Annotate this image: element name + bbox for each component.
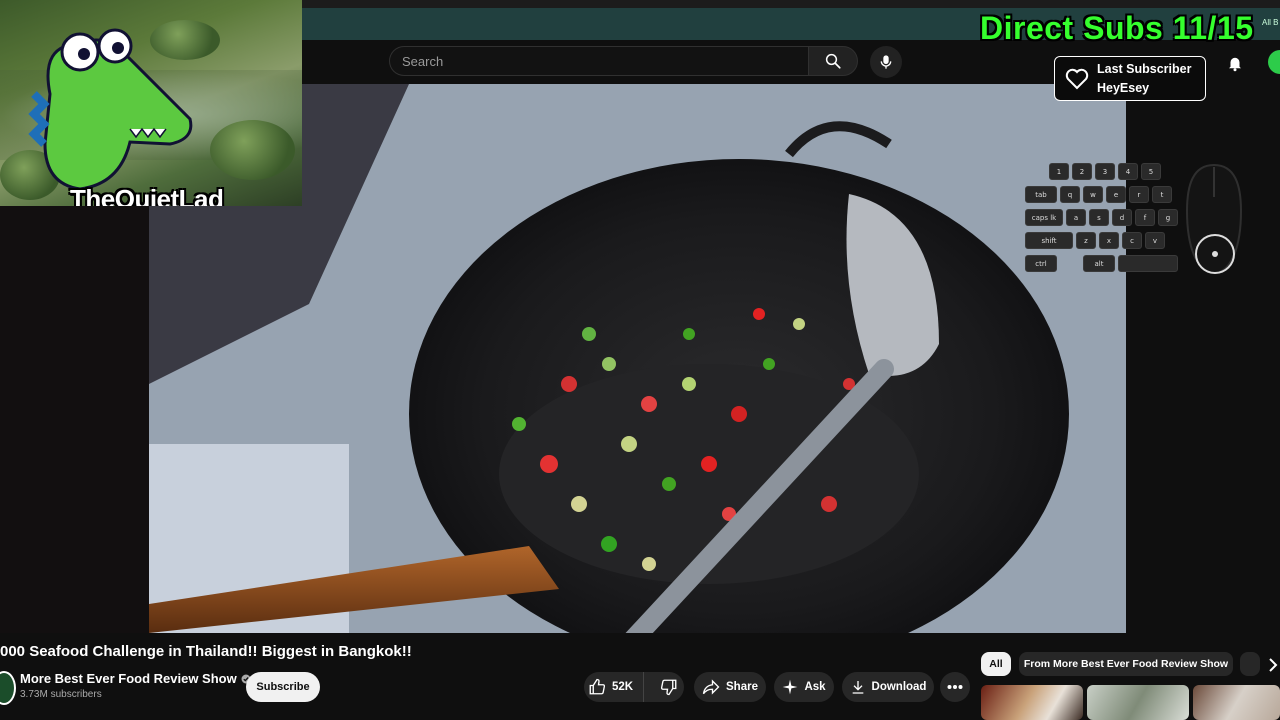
space-key bbox=[1118, 255, 1178, 272]
key: tab bbox=[1025, 186, 1057, 203]
ask-button[interactable]: Ask bbox=[774, 672, 834, 702]
key: 1 bbox=[1049, 163, 1069, 180]
key: f bbox=[1135, 209, 1155, 226]
key: 2 bbox=[1072, 163, 1092, 180]
last-subscriber-label: Last Subscriber bbox=[1097, 61, 1192, 76]
key: e bbox=[1106, 186, 1126, 203]
key: r bbox=[1129, 186, 1149, 203]
webcam-overlay: TheQuietLad bbox=[0, 0, 302, 206]
chip-all[interactable]: All bbox=[981, 652, 1011, 676]
share-label: Share bbox=[726, 681, 758, 693]
download-label: Download bbox=[871, 681, 927, 693]
more-actions-button[interactable] bbox=[940, 672, 970, 702]
subscribe-button[interactable]: Subscribe bbox=[246, 672, 320, 702]
key: 5 bbox=[1141, 163, 1161, 180]
key: t bbox=[1152, 186, 1172, 203]
like-count: 52K bbox=[611, 681, 634, 693]
key: z bbox=[1076, 232, 1096, 249]
key: g bbox=[1158, 209, 1178, 226]
subs-counter: Direct Subs 11/15 bbox=[980, 10, 1254, 46]
key: w bbox=[1083, 186, 1103, 203]
search-input[interactable] bbox=[389, 46, 808, 76]
chip-partial[interactable] bbox=[1240, 652, 1260, 676]
mouse-overlay-icon bbox=[1185, 163, 1243, 275]
key: ctrl bbox=[1025, 255, 1057, 272]
like-button[interactable]: 52K bbox=[580, 672, 645, 702]
streamer-name: TheQuietLad bbox=[70, 184, 224, 206]
key: q bbox=[1060, 186, 1080, 203]
subscriber-count: 3.73M subscribers bbox=[20, 689, 102, 700]
channel-name-text: More Best Ever Food Review Show bbox=[20, 671, 237, 686]
dislike-button[interactable] bbox=[650, 672, 688, 702]
key: x bbox=[1099, 232, 1119, 249]
download-icon bbox=[852, 681, 863, 694]
banner-corner-text: All B bbox=[1262, 18, 1279, 27]
recommended-thumbnail[interactable] bbox=[1087, 685, 1189, 720]
download-button[interactable]: Download bbox=[842, 672, 934, 702]
video-title: 000 Seafood Challenge in Thailand!! Bigg… bbox=[0, 643, 412, 660]
heart-icon bbox=[1065, 68, 1089, 89]
thumbs-down-icon bbox=[661, 679, 677, 696]
keyboard-overlay: 1 2 3 4 5 tab q w e r t caps lk a s d f … bbox=[1025, 163, 1181, 279]
chip-from-channel[interactable]: From More Best Ever Food Review Show bbox=[1019, 652, 1233, 676]
thumbs-up-icon bbox=[589, 678, 605, 695]
recommended-thumbnail[interactable] bbox=[1193, 685, 1280, 720]
player-side-left bbox=[0, 206, 149, 633]
key: 3 bbox=[1095, 163, 1115, 180]
microphone-icon bbox=[880, 55, 892, 69]
channel-avatar[interactable] bbox=[0, 671, 16, 705]
sparkle-icon bbox=[783, 679, 798, 695]
crocodile-mascot-icon bbox=[28, 28, 193, 191]
search-icon bbox=[825, 53, 841, 69]
like-dislike-group: 52K bbox=[584, 672, 684, 702]
key: 4 bbox=[1118, 163, 1138, 180]
share-icon bbox=[702, 679, 720, 695]
key: v bbox=[1145, 232, 1165, 249]
key: d bbox=[1112, 209, 1132, 226]
last-subscriber-box: Last Subscriber HeyEsey bbox=[1054, 56, 1206, 101]
chevron-right-icon bbox=[1269, 658, 1278, 672]
notifications-button[interactable] bbox=[1224, 52, 1246, 74]
webcam-rock bbox=[210, 120, 295, 180]
search-bar bbox=[389, 46, 858, 76]
chips-next-button[interactable] bbox=[1266, 656, 1280, 674]
recommended-thumbnail[interactable] bbox=[981, 685, 1083, 720]
key: shift bbox=[1025, 232, 1073, 249]
key: a bbox=[1066, 209, 1086, 226]
channel-name[interactable]: More Best Ever Food Review Show bbox=[20, 671, 251, 686]
voice-search-button[interactable] bbox=[870, 46, 902, 78]
ask-label: Ask bbox=[804, 681, 826, 693]
key: caps lk bbox=[1025, 209, 1063, 226]
bell-icon bbox=[1229, 57, 1241, 72]
key: s bbox=[1089, 209, 1109, 226]
search-button[interactable] bbox=[808, 46, 858, 76]
more-icon bbox=[947, 685, 963, 689]
key: alt bbox=[1083, 255, 1115, 272]
last-subscriber-name: HeyEsey bbox=[1097, 80, 1150, 95]
share-button[interactable]: Share bbox=[694, 672, 766, 702]
key: c bbox=[1122, 232, 1142, 249]
